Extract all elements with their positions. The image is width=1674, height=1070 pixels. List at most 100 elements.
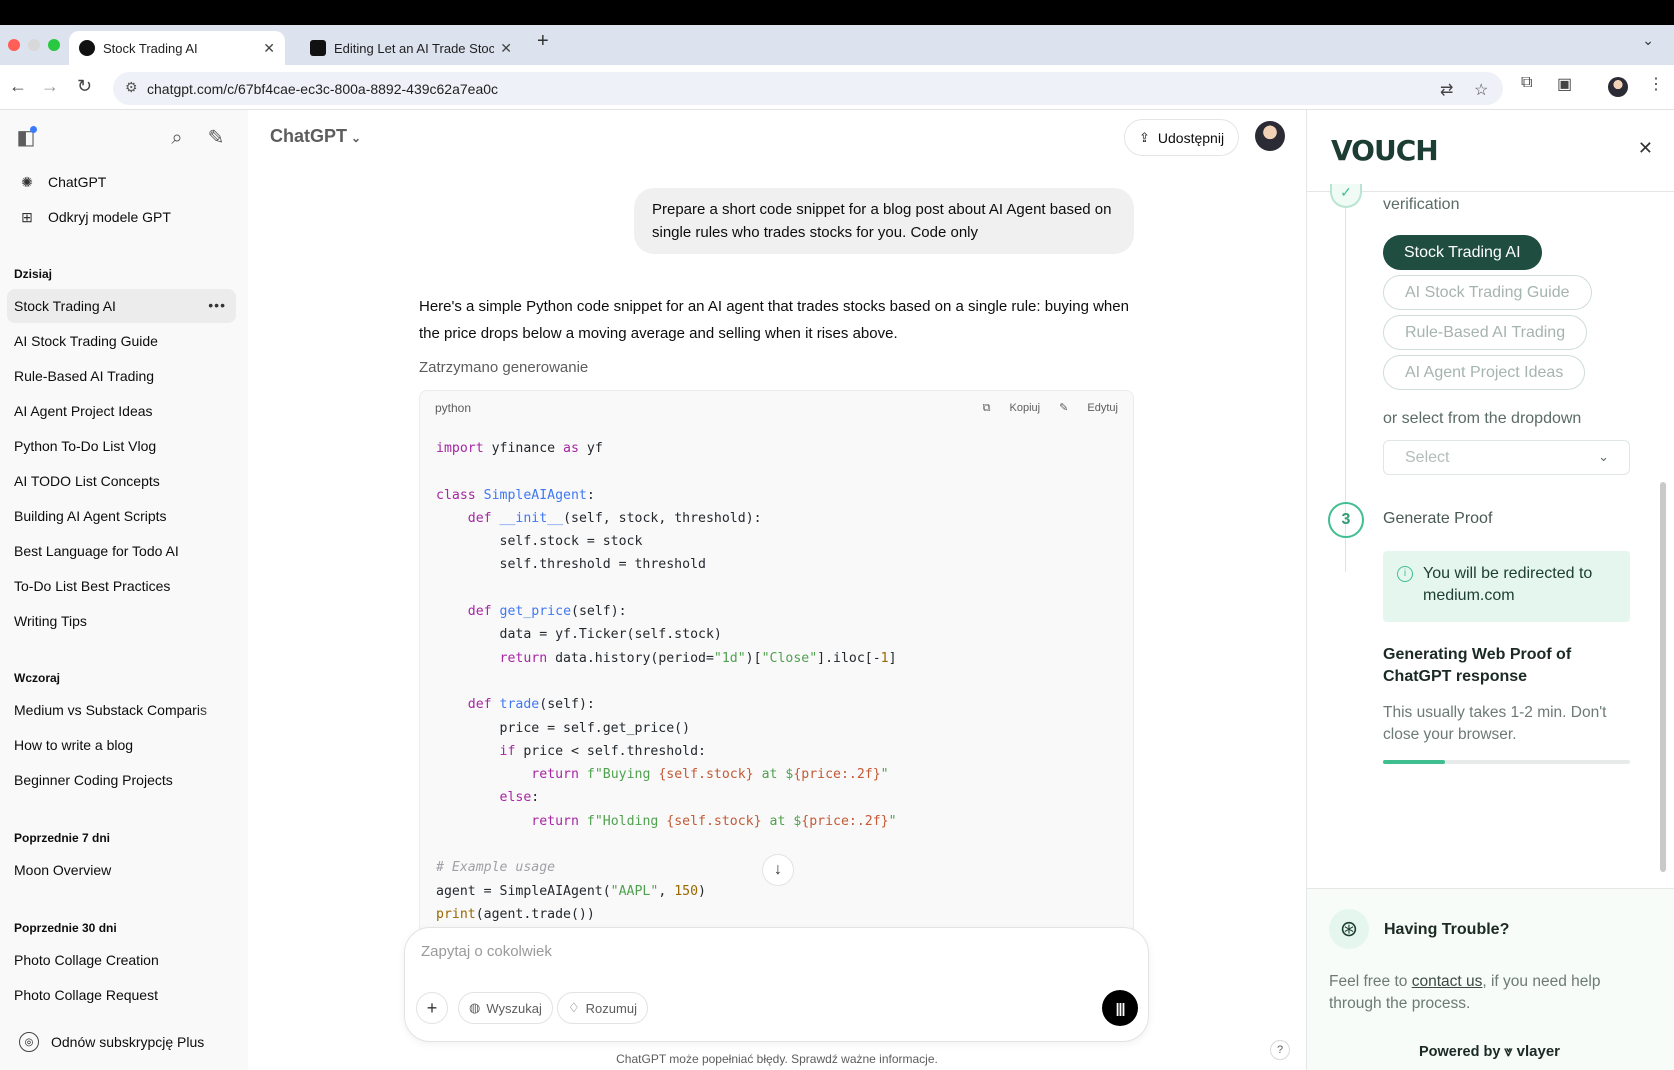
chat-chip-selected[interactable]: Stock Trading AI — [1383, 235, 1542, 270]
copy-code-button[interactable]: ⧉ Kopiuj — [983, 402, 1041, 414]
trouble-description: Feel free to contact us, if you need hel… — [1329, 971, 1629, 1015]
translate-icon[interactable]: ⇄ — [1440, 80, 1453, 100]
browser-tab[interactable]: Editing Let an AI Trade Stock ✕ — [300, 31, 522, 65]
browser-tab-active[interactable]: Stock Trading AI ✕ — [69, 31, 285, 65]
chat-chip[interactable]: AI Stock Trading Guide — [1383, 275, 1592, 310]
history-item[interactable]: Moon Overview — [7, 853, 236, 887]
reason-label: Rozumuj — [585, 1000, 637, 1016]
model-name: ChatGPT — [270, 126, 348, 146]
history-item[interactable]: Beginner Coding Projects — [7, 763, 236, 797]
sidebar-item-label: Odkryj modele GPT — [48, 209, 171, 225]
user-message: Prepare a short code snippet for a blog … — [634, 188, 1134, 254]
history-item[interactable]: Rule-Based AI Trading — [7, 359, 236, 393]
history-item[interactable]: Python To-Do List Vlog — [7, 429, 236, 463]
chat-chip[interactable]: AI Agent Project Ideas — [1383, 355, 1586, 390]
chat-chip[interactable]: Rule-Based AI Trading — [1383, 315, 1588, 350]
notification-dot — [30, 126, 37, 133]
history-group-title: Poprzednie 7 dni — [14, 831, 111, 845]
model-selector[interactable]: ChatGPT ⌄ — [270, 126, 361, 147]
url-text[interactable]: chatgpt.com/c/67bf4cae-ec3c-800a-8892-43… — [147, 81, 498, 97]
history-item[interactable]: Building AI Agent Scripts — [7, 499, 236, 533]
history-item[interactable]: Photo Collage Request — [7, 978, 236, 1012]
history-item[interactable]: AI TODO List Concepts — [7, 464, 236, 498]
redirect-text: You will be redirected to medium.com — [1423, 565, 1593, 604]
forward-icon[interactable]: → — [41, 76, 59, 97]
minimize-window-button[interactable] — [28, 39, 40, 51]
tab-search-chevron-icon[interactable]: ⌄ — [1642, 32, 1654, 49]
disclaimer-text: ChatGPT może popełniać błędy. Sprawdź wa… — [616, 1052, 938, 1066]
close-window-button[interactable] — [8, 39, 20, 51]
new-tab-icon[interactable]: + — [537, 30, 549, 53]
back-icon[interactable]: ← — [9, 76, 27, 97]
history-item[interactable]: To-Do List Best Practices — [7, 569, 236, 603]
voice-mode-button[interactable]: ||| — [1102, 990, 1138, 1026]
history-item[interactable]: Best Language for Todo AI — [7, 534, 236, 568]
bookmark-star-icon[interactable]: ☆ — [1474, 80, 1488, 100]
edit-code-button[interactable]: ✎ Edytuj — [1059, 402, 1118, 414]
profile-avatar[interactable] — [1608, 77, 1628, 102]
tab-strip: Stock Trading AI ✕ Editing Let an AI Tra… — [0, 25, 1674, 65]
chat-select-dropdown[interactable]: Select ⌄ — [1383, 440, 1630, 475]
site-info-icon[interactable]: ⚙ — [125, 79, 138, 96]
close-tab-icon[interactable]: ✕ — [263, 40, 275, 57]
trouble-section: ⊛ Having Trouble? Feel free to contact u… — [1307, 888, 1674, 1070]
side-panel-icon[interactable]: ▣ — [1557, 74, 1572, 94]
close-tab-icon[interactable]: ✕ — [500, 40, 512, 57]
reload-icon[interactable]: ↻ — [77, 76, 92, 97]
history-group-title: Dzisiaj — [14, 267, 53, 281]
vouch-header: VOUCH ✕ — [1307, 110, 1674, 192]
reason-button[interactable]: ♢ Rozumuj — [557, 992, 648, 1024]
edit-label: Edytuj — [1087, 402, 1118, 414]
scroll-to-bottom-button[interactable]: ↓ — [762, 854, 794, 886]
copy-label: Kopiuj — [1009, 402, 1041, 414]
message-input[interactable] — [421, 938, 1021, 964]
omnibox[interactable]: ⚙ chatgpt.com/c/67bf4cae-ec3c-800a-8892-… — [113, 72, 1503, 105]
history-item[interactable]: AI Agent Project Ideas — [7, 394, 236, 428]
dropdown-hint: or select from the dropdown — [1383, 410, 1582, 427]
attach-plus-button[interactable]: + — [416, 992, 448, 1024]
select-placeholder: Select — [1405, 448, 1450, 466]
history-item[interactable]: Photo Collage Creation — [7, 943, 236, 977]
code-language: python — [435, 401, 472, 415]
help-button[interactable]: ? — [1270, 1040, 1290, 1060]
generating-title: Generating Web Proof of ChatGPT response — [1383, 646, 1572, 685]
chevron-down-icon: ⌄ — [351, 131, 362, 145]
info-icon: i — [1397, 566, 1413, 582]
browser-menu-icon[interactable]: ⋮ — [1648, 74, 1664, 94]
message-composer: + ◍ Wyszukaj ♢ Rozumuj ||| — [404, 927, 1149, 1042]
more-options-icon[interactable]: ••• — [208, 297, 226, 313]
redirect-notice: i You will be redirected to medium.com — [1383, 551, 1630, 622]
contact-us-link[interactable]: contact us — [1412, 973, 1483, 990]
renew-plus-label: Odnów subskrypcję Plus — [51, 1034, 205, 1050]
search-web-button[interactable]: ◍ Wyszukaj — [458, 992, 553, 1024]
openai-logo-icon: ✺ — [21, 173, 33, 190]
new-chat-icon[interactable]: ✎ — [204, 126, 228, 150]
globe-icon: ◍ — [469, 1000, 481, 1015]
zoom-window-button[interactable] — [48, 39, 60, 51]
address-toolbar: ← → ↻ ⚙ chatgpt.com/c/67bf4cae-ec3c-800a… — [0, 65, 1674, 110]
generation-stopped-note: Zatrzymano generowanie — [419, 359, 589, 376]
powered-by: Powered by ⩔ vlayer — [1419, 1043, 1560, 1060]
history-group-title: Poprzednie 30 dni — [14, 921, 117, 935]
user-avatar[interactable] — [1255, 121, 1285, 151]
search-icon[interactable]: ⌕ — [165, 126, 189, 150]
history-item[interactable]: AI Stock Trading Guide — [7, 324, 236, 358]
extensions-puzzle-icon[interactable]: ⧉ — [1521, 74, 1532, 92]
renew-plus-button[interactable]: ◎ Odnów subskrypcję Plus — [7, 1025, 236, 1059]
close-icon[interactable]: ✕ — [1638, 138, 1653, 159]
proof-progress-bar — [1383, 760, 1630, 764]
history-item[interactable]: Writing Tips — [7, 604, 236, 638]
lifebuoy-icon: ⊛ — [1329, 909, 1369, 949]
panel-scrollbar[interactable] — [1660, 482, 1666, 872]
share-button[interactable]: ⇪ Udostępnij — [1124, 119, 1240, 156]
verification-label: verification — [1383, 196, 1460, 213]
history-item[interactable]: Medium vs Substack Comparis — [7, 693, 236, 727]
sidebar-item-explore-gpts[interactable]: ⊞ Odkryj modele GPT — [7, 200, 236, 234]
system-top-bar — [0, 0, 1674, 25]
grid-icon: ⊞ — [21, 208, 33, 225]
history-item[interactable]: How to write a blog — [7, 728, 236, 762]
chevron-down-icon: ⌄ — [1598, 449, 1609, 464]
sidebar-item-chatgpt[interactable]: ✺ ChatGPT — [7, 165, 236, 199]
history-item-active[interactable]: Stock Trading AI ••• — [7, 289, 236, 323]
search-web-label: Wyszukaj — [486, 1000, 542, 1016]
